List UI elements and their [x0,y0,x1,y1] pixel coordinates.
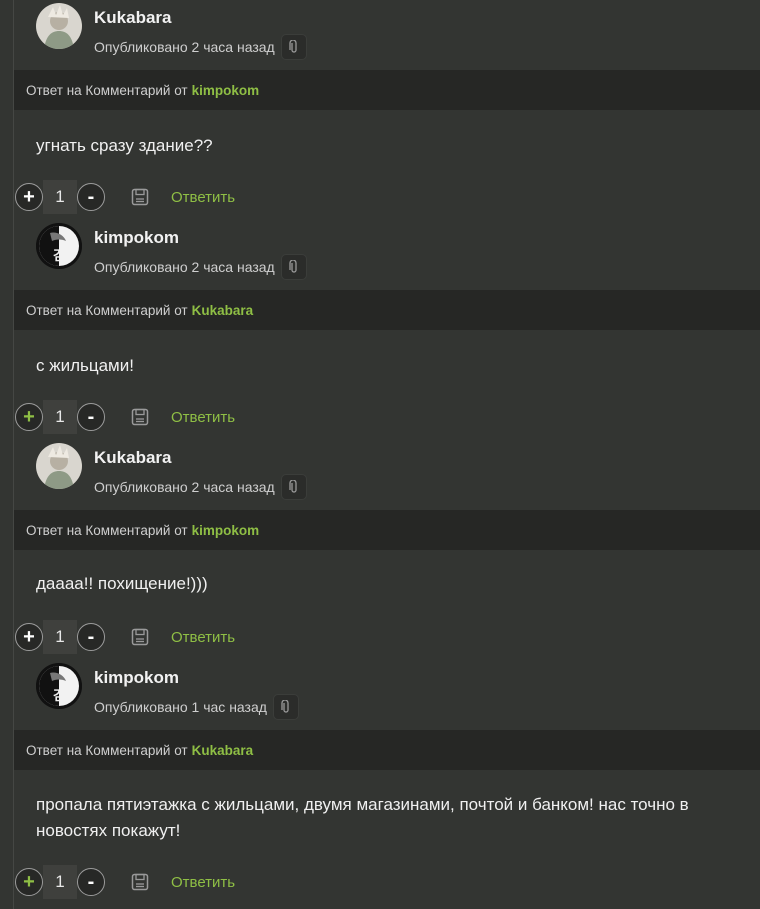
comment: Kukabara Опубликовано 2 часа назад Ответ… [14,440,760,660]
reply-button[interactable]: Ответить [171,409,235,426]
reply-to-user[interactable]: Kukabara [192,303,254,318]
downvote-button[interactable]: - [77,623,105,651]
reply-to-user[interactable]: kimpokom [192,83,260,98]
comment-actions: + 1 - Ответить [15,180,235,214]
vote-score: 1 [43,865,77,899]
reply-to-user[interactable]: kimpokom [192,523,260,538]
comment-text: с жильцами! [36,356,134,375]
comment: 김 kimpokom Опубликовано 2 часа назад Отв… [14,220,760,440]
paperclip-icon[interactable] [280,34,307,60]
reply-to-bar: Ответ на Комментарий от kimpokom [14,510,760,550]
publish-time: Опубликовано 2 часа назад [94,39,275,55]
publish-meta: Опубликовано 2 часа назад [94,254,307,280]
publish-time: Опубликовано 2 часа назад [94,479,275,495]
publish-meta: Опубликовано 2 часа назад [94,34,307,60]
avatar[interactable] [36,443,82,489]
comment-header: Kukabara Опубликовано 2 часа назад [14,440,760,500]
paperclip-icon[interactable] [280,254,307,280]
reply-prefix: Ответ на Комментарий от [26,742,188,758]
publish-meta: Опубликовано 2 часа назад [94,474,307,500]
reply-prefix: Ответ на Комментарий от [26,522,188,538]
comment-text: угнать сразу здание?? [36,136,213,155]
publish-time: Опубликовано 2 часа назад [94,259,275,275]
svg-text:김: 김 [53,249,65,264]
comment-text: пропала пятиэтажка с жильцами, двумя маг… [36,795,689,840]
comment-header: Kukabara Опубликовано 2 часа назад [14,0,760,60]
floppy-disk-icon[interactable] [129,406,151,428]
author-name[interactable]: Kukabara [94,448,171,468]
downvote-button[interactable]: - [77,868,105,896]
reply-button[interactable]: Ответить [171,874,235,891]
floppy-disk-icon[interactable] [129,871,151,893]
comment-header: 김 kimpokom Опубликовано 1 час назад [14,660,760,720]
publish-meta: Опубликовано 1 час назад [94,694,299,720]
reply-button[interactable]: Ответить [171,189,235,206]
author-name[interactable]: kimpokom [94,668,179,688]
comment-actions: + 1 - Ответить [15,620,235,654]
author-name[interactable]: Kukabara [94,8,171,28]
vote-score: 1 [43,180,77,214]
comment-actions: + 1 - Ответить [15,865,235,899]
vote-score: 1 [43,620,77,654]
avatar[interactable] [36,3,82,49]
reply-prefix: Ответ на Комментарий от [26,82,188,98]
comment-actions: + 1 - Ответить [15,400,235,434]
avatar[interactable]: 김 [36,223,82,269]
reply-to-bar: Ответ на Комментарий от kimpokom [14,70,760,110]
comment-thread: Kukabara Опубликовано 2 часа назад Ответ… [0,0,760,909]
comment-text: даааа!! похищение!))) [36,574,208,593]
svg-text:김: 김 [53,689,65,704]
floppy-disk-icon[interactable] [129,186,151,208]
downvote-button[interactable]: - [77,403,105,431]
reply-to-bar: Ответ на Комментарий от Kukabara [14,730,760,770]
comment: 김 kimpokom Опубликовано 1 час назад Отве… [14,660,760,909]
downvote-button[interactable]: - [77,183,105,211]
paperclip-icon[interactable] [280,474,307,500]
author-name[interactable]: kimpokom [94,228,179,248]
upvote-button[interactable]: + [15,868,43,896]
reply-to-user[interactable]: Kukabara [192,743,254,758]
vote-score: 1 [43,400,77,434]
upvote-button[interactable]: + [15,183,43,211]
paperclip-icon[interactable] [272,694,299,720]
upvote-button[interactable]: + [15,623,43,651]
comment-header: 김 kimpokom Опубликовано 2 часа назад [14,220,760,280]
comment: Kukabara Опубликовано 2 часа назад Ответ… [14,0,760,220]
floppy-disk-icon[interactable] [129,626,151,648]
avatar[interactable]: 김 [36,663,82,709]
reply-prefix: Ответ на Комментарий от [26,302,188,318]
publish-time: Опубликовано 1 час назад [94,699,267,715]
upvote-button[interactable]: + [15,403,43,431]
reply-to-bar: Ответ на Комментарий от Kukabara [14,290,760,330]
reply-button[interactable]: Ответить [171,629,235,646]
